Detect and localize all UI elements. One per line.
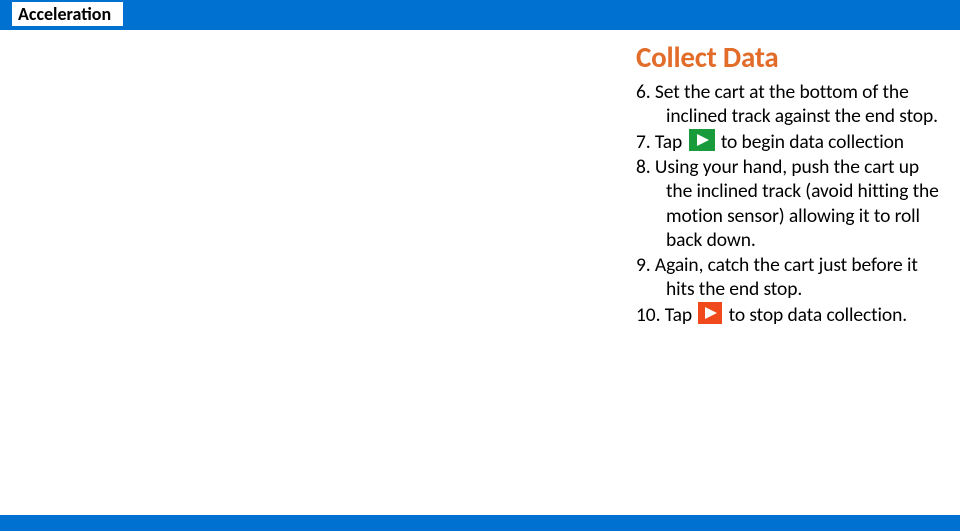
step-number: 8. (636, 155, 651, 180)
step-7: 7. Tap to begin data collection (636, 129, 946, 155)
step-9: 9. Again, catch the cart just before it … (636, 253, 946, 302)
step-6: 6. Set the cart at the bottom of the inc… (636, 80, 946, 129)
step-number: 9. (636, 253, 651, 278)
content-panel: Collect Data 6. Set the cart at the bott… (636, 42, 946, 328)
step-number: 6. (636, 80, 651, 105)
footer-bar (0, 515, 960, 531)
step-text-after: to stop data collection. (729, 303, 908, 327)
step-number: 10. (636, 303, 660, 328)
section-title: Collect Data (636, 42, 946, 74)
step-text-before: Tap (655, 130, 682, 154)
step-text: Again, catch the cart just before it hit… (655, 253, 918, 302)
step-text-after: to begin data collection (721, 130, 904, 154)
step-number: 7. (636, 130, 651, 155)
step-text-before: Tap (665, 303, 692, 327)
page-title: Acceleration (12, 2, 123, 26)
steps-list: 6. Set the cart at the bottom of the inc… (636, 80, 946, 328)
step-8: 8. Using your hand, push the cart up the… (636, 155, 946, 253)
play-icon (689, 129, 715, 151)
step-text: Set the cart at the bottom of the inclin… (655, 80, 938, 129)
step-text: Using your hand, push the cart up the in… (655, 155, 939, 253)
step-10: 10. Tap to stop data collection. (636, 302, 946, 328)
stop-play-icon (698, 302, 722, 324)
header-bar: Acceleration (0, 0, 960, 30)
